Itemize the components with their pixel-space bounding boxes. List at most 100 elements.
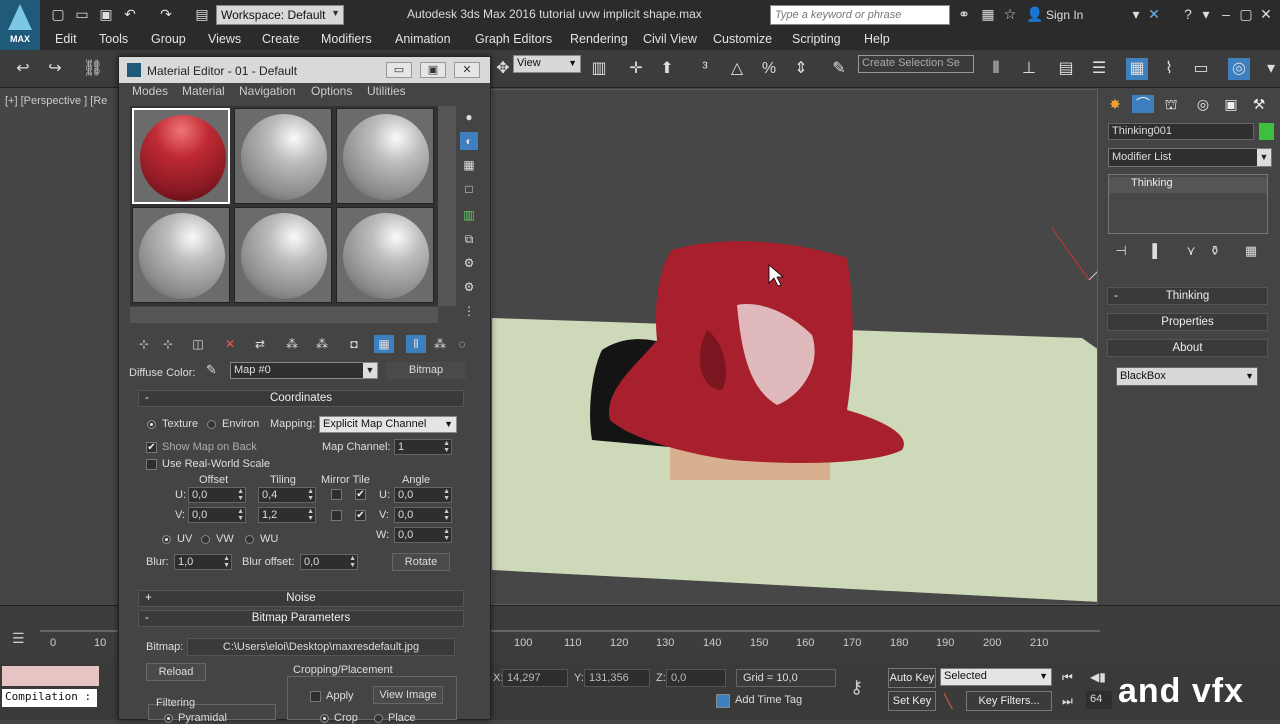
wu-radio[interactable] (245, 535, 254, 544)
minimize-button[interactable]: ▭ (386, 62, 412, 78)
x-coord-field[interactable]: 14,297 (502, 669, 568, 687)
map-name-dropdown[interactable]: Map #0 ▼ (230, 362, 378, 379)
workspace-dropdown[interactable]: Workspace: Default ▼ (216, 5, 344, 25)
menu-rendering[interactable]: Rendering (570, 32, 628, 46)
utilities-tab-icon[interactable]: ⚒ (1248, 95, 1270, 113)
maximize-button[interactable]: ▣ (420, 62, 446, 78)
noise-rollout-header[interactable]: + Noise (138, 590, 464, 607)
hierarchy-tab-icon[interactable]: ⛫ (1160, 95, 1182, 113)
redo-icon[interactable]: ↪ (44, 58, 66, 80)
display-tab-icon[interactable]: ▣ (1220, 95, 1242, 113)
create-tab-icon[interactable]: ✸ (1104, 95, 1126, 113)
material-editor-icon[interactable]: ◎ (1228, 58, 1250, 80)
sample-slot-5[interactable] (234, 207, 332, 303)
reload-button[interactable]: Reload (146, 663, 206, 681)
sample-slots-vscrollbar[interactable] (438, 106, 456, 306)
set-keys-pen-icon[interactable]: ╲ (944, 693, 952, 710)
apply-checkbox[interactable] (310, 691, 321, 702)
sample-slot-2[interactable] (234, 108, 332, 204)
z-coord-field[interactable]: 0,0 (666, 669, 726, 687)
angle-u-spinner[interactable]: 0,0 ▲ ▼ (394, 487, 452, 503)
redo-icon[interactable]: ↷ (158, 6, 174, 22)
menu-tools[interactable]: Tools (99, 32, 128, 46)
align-icon[interactable]: ⊥ (1018, 58, 1040, 80)
tiling-u-spinner[interactable]: 0,4 ▲ ▼ (258, 487, 316, 503)
angle-w-spinner[interactable]: 0,0 ▲ ▼ (394, 527, 452, 543)
menu-utilities[interactable]: Utilities (367, 84, 406, 98)
menu-scripting[interactable]: Scripting (792, 32, 841, 46)
favorites-star-icon[interactable]: ☆ (1002, 6, 1018, 22)
make-unique-icon[interactable]: ⁂ (282, 335, 302, 353)
menu-options[interactable]: Options (311, 84, 352, 98)
user-icon[interactable]: 👤 (1026, 6, 1043, 22)
left-viewport-area[interactable] (0, 89, 120, 605)
show-map-on-back-checkbox[interactable]: ✔ (146, 442, 157, 453)
mapping-dropdown[interactable]: Explicit Map Channel ▼ (319, 416, 457, 433)
subscription-icon[interactable]: ▦ (980, 6, 996, 22)
project-folder-icon[interactable]: ▤ (194, 6, 210, 22)
selection-set-dropdown[interactable]: Create Selection Se (858, 55, 974, 73)
material-map-navigator-icon[interactable]: ⋮ (460, 302, 478, 320)
show-shaded-material-icon[interactable]: ▦ (374, 335, 394, 353)
save-icon[interactable]: ▣ (98, 6, 114, 22)
map-channel-spinner[interactable]: 1 ▲ ▼ (394, 439, 452, 455)
sample-slots-hscrollbar[interactable] (130, 307, 438, 323)
angle-v-spinner[interactable]: 0,0 ▲ ▼ (394, 507, 452, 523)
reset-map-icon[interactable]: ✕ (220, 335, 240, 353)
maximize-icon[interactable]: ▢ (1238, 6, 1254, 22)
layer-explorer-icon[interactable]: ▤ (1055, 58, 1077, 80)
close-button[interactable]: ✕ (454, 62, 480, 78)
vw-radio[interactable] (201, 535, 210, 544)
coordinates-rollout-header[interactable]: - Coordinates (138, 390, 464, 407)
edit-named-selection-icon[interactable]: ✎ (828, 58, 850, 80)
sample-slot-4[interactable] (132, 207, 230, 303)
pivot-center-icon[interactable]: ▥ (588, 58, 610, 80)
mirror-mode-icon[interactable]: ✥ (492, 58, 514, 80)
blur-spinner[interactable]: 1,0 ▲ ▼ (174, 554, 232, 570)
offset-v-spinner[interactable]: 0,0 ▲ ▼ (188, 507, 246, 523)
binoculars-icon[interactable]: ⚭ (956, 6, 972, 22)
modify-tab-icon[interactable]: ⌒ (1132, 95, 1154, 113)
environ-radio[interactable] (207, 420, 216, 429)
scene-explorer-icon[interactable]: ▦ (1126, 58, 1148, 80)
previous-frame-icon[interactable]: ◀▮ (1090, 670, 1106, 684)
offset-u-spinner[interactable]: 0,0 ▲ ▼ (188, 487, 246, 503)
sample-slot-1[interactable] (132, 108, 230, 204)
key-filters-button[interactable]: Key Filters... (966, 691, 1052, 711)
bitmap-parameters-rollout-header[interactable]: - Bitmap Parameters (138, 610, 464, 627)
menu-graph-editors[interactable]: Graph Editors (475, 32, 552, 46)
menu-navigation[interactable]: Navigation (239, 84, 296, 98)
keyboard-shortcut-icon[interactable]: ⬆ (656, 58, 678, 80)
go-forward-sibling-icon[interactable]: ◌ (452, 335, 472, 353)
video-color-check-icon[interactable]: ▥ (460, 206, 478, 224)
menu-material[interactable]: Material (182, 84, 225, 98)
make-unique-icon[interactable]: ⋎ (1182, 242, 1200, 260)
reference-coordinate-dropdown[interactable]: View ▼ (513, 55, 581, 73)
blur-offset-spinner[interactable]: 0,0 ▲ ▼ (300, 554, 358, 570)
sample-type-icon[interactable]: ● (460, 108, 478, 126)
tiling-v-spinner[interactable]: 1,2 ▲ ▼ (258, 507, 316, 523)
key-mode-icon[interactable]: ⚷ (850, 677, 863, 698)
eyedropper-icon[interactable]: ✎ (206, 362, 217, 378)
go-to-parent-icon[interactable]: ⁂ (430, 335, 450, 353)
view-image-button[interactable]: View Image (373, 686, 443, 704)
crop-radio[interactable] (320, 714, 329, 723)
put-material-to-scene-icon[interactable]: ⊹ (158, 335, 178, 353)
undo-icon[interactable]: ↩ (12, 58, 34, 80)
percent-snap-icon[interactable]: % (758, 58, 780, 80)
time-configuration-icon[interactable]: ☰ (12, 630, 25, 647)
mirror-v-checkbox[interactable] (331, 510, 342, 521)
sample-uv-tiling-icon[interactable]: □ (460, 180, 478, 198)
spinner-snap-icon[interactable]: ⇕ (790, 58, 812, 80)
texture-radio[interactable] (147, 420, 156, 429)
pin-stack-icon[interactable]: ⊣ (1112, 242, 1130, 260)
menu-create[interactable]: Create (262, 32, 300, 46)
menu-customize[interactable]: Customize (713, 32, 772, 46)
auto-key-button[interactable]: Auto Key (888, 668, 936, 688)
close-icon[interactable]: ✕ (1258, 6, 1274, 22)
add-time-tag-button[interactable]: Add Time Tag (735, 694, 802, 706)
background-checker-icon[interactable]: ▦ (460, 156, 478, 174)
uv-radio[interactable] (162, 535, 171, 544)
menu-edit[interactable]: Edit (55, 32, 77, 46)
make-preview-icon[interactable]: ⧉ (460, 230, 478, 248)
